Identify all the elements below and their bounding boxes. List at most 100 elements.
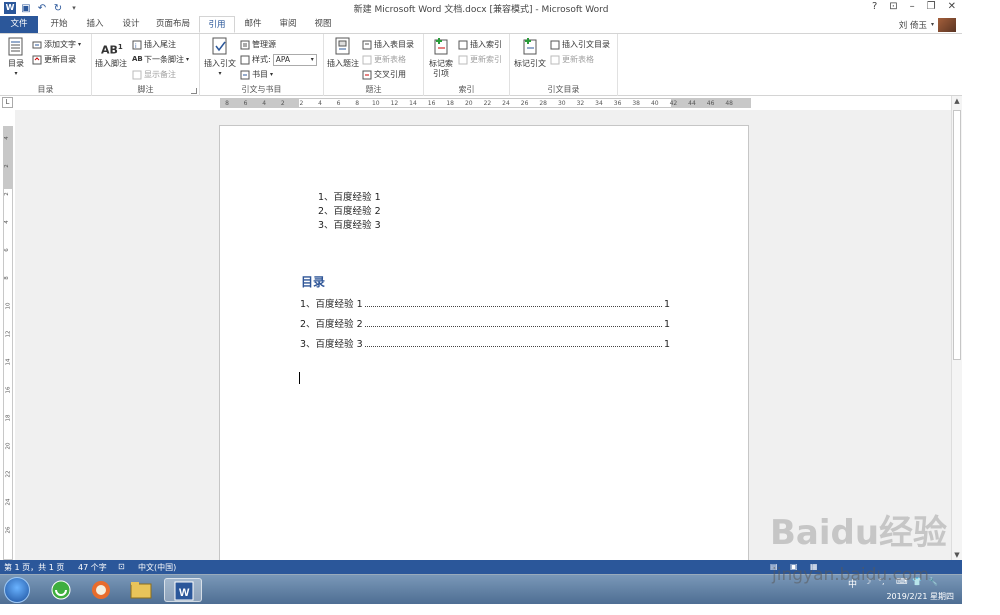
- insert-toa-button[interactable]: 插入引文目录: [550, 38, 610, 51]
- word-count[interactable]: 47 个字: [78, 562, 107, 573]
- ruler-number: 34: [595, 100, 603, 107]
- tab-home[interactable]: 开始: [44, 16, 74, 33]
- read-mode-icon[interactable]: ▤: [770, 562, 778, 571]
- insert-caption-label: 插入题注: [327, 59, 359, 68]
- web-layout-icon[interactable]: ▦: [810, 562, 818, 571]
- vertical-ruler[interactable]: 4 2 2 4 6 8 10 12 14 16 18 20 22 24 26: [3, 126, 13, 560]
- bibliography-button[interactable]: 书目 ▾: [240, 68, 273, 81]
- taskbar-date[interactable]: 2019/2/21 星期四: [886, 591, 954, 602]
- taskbar-word[interactable]: W: [164, 578, 202, 602]
- toc-entry[interactable]: 2、百度经验 2 1: [300, 316, 670, 330]
- taskbar-360-browser[interactable]: [42, 578, 80, 602]
- next-footnote-button[interactable]: AB 下一条脚注 ▾: [132, 53, 189, 66]
- taskbar-firefox[interactable]: [82, 578, 120, 602]
- show-notes-button[interactable]: 显示备注: [132, 68, 176, 81]
- minimize-icon[interactable]: –: [910, 1, 915, 12]
- vruler-number: 12: [5, 330, 12, 338]
- document-area[interactable]: 1、百度经验 1 2、百度经验 2 3、百度经验 3 目录 1、百度经验 1 1…: [15, 110, 951, 565]
- insert-endnote-button[interactable]: i 插入尾注: [132, 38, 176, 51]
- tab-view[interactable]: 视图: [308, 16, 338, 33]
- insert-endnote-label: 插入尾注: [144, 40, 176, 49]
- toc-button[interactable]: 目录 ▾: [4, 36, 28, 79]
- update-toc-button[interactable]: 更新目录: [32, 53, 76, 66]
- mark-citation-icon: [523, 38, 537, 55]
- ruler-number: 12: [390, 100, 399, 107]
- browser-green-icon: [51, 580, 71, 600]
- scroll-down-icon[interactable]: ▼: [952, 550, 962, 560]
- restore-icon[interactable]: ❐: [927, 1, 936, 12]
- toc-entry[interactable]: 3、百度经验 3 1: [300, 336, 670, 350]
- vruler-number: 4: [3, 220, 10, 224]
- insert-table-of-figures-button[interactable]: 插入表目录: [362, 38, 414, 51]
- group-label-captions: 题注: [365, 85, 382, 94]
- ruler-number: 36: [613, 100, 622, 107]
- ruler-number: 32: [576, 100, 585, 107]
- mark-citation-button[interactable]: 标记引文: [512, 36, 548, 69]
- ruler-number: 48: [725, 100, 734, 107]
- toc-entry[interactable]: 1、百度经验 1 1: [300, 296, 670, 310]
- punctuation-icon[interactable]: °,: [878, 577, 885, 586]
- language-indicator[interactable]: 中文(中国): [138, 562, 176, 573]
- citation-style-select[interactable]: APA ▾: [272, 53, 317, 66]
- start-button[interactable]: [4, 577, 30, 603]
- vertical-scrollbar[interactable]: ▲ ▼: [951, 96, 962, 560]
- close-icon[interactable]: ✕: [948, 1, 956, 12]
- scroll-up-icon[interactable]: ▲: [952, 96, 962, 106]
- taskbar-explorer[interactable]: [122, 578, 160, 602]
- moon-icon[interactable]: ☽: [864, 577, 871, 586]
- bibliography-label: 书目: [252, 70, 268, 79]
- group-label-toc: 目录: [37, 85, 54, 94]
- ribbon-display-options-icon[interactable]: ⊡: [889, 1, 897, 12]
- update-index-button[interactable]: 更新索引: [458, 53, 502, 66]
- help-icon[interactable]: ?: [872, 1, 877, 12]
- add-text-icon: [32, 41, 42, 48]
- list-item[interactable]: 2、百度经验 2: [318, 205, 381, 219]
- shirt-icon[interactable]: 👕: [912, 577, 922, 586]
- cross-reference-button[interactable]: 交叉引用: [362, 68, 406, 81]
- vruler-number: 18: [5, 414, 12, 422]
- page-count[interactable]: 第 1 页，共 1 页: [4, 562, 64, 573]
- tab-insert[interactable]: 插入: [80, 16, 110, 33]
- scrollbar-thumb[interactable]: [953, 110, 961, 360]
- ruler-number: 14: [409, 100, 417, 107]
- tab-review[interactable]: 审阅: [273, 16, 303, 33]
- tab-design[interactable]: 设计: [116, 16, 146, 33]
- ruler-number: 10: [371, 100, 380, 107]
- insert-caption-icon: [335, 37, 350, 55]
- list-item[interactable]: 3、百度经验 3: [318, 219, 381, 233]
- vruler-number: 8: [3, 276, 10, 280]
- add-text-button[interactable]: 添加文字 ▾: [32, 38, 81, 51]
- insert-citation-button[interactable]: 插入引文 ▾: [202, 36, 238, 79]
- insert-index-button[interactable]: 插入索引: [458, 38, 502, 51]
- insert-footnote-button[interactable]: AB1 插入脚注: [94, 36, 128, 69]
- print-layout-icon[interactable]: ▣: [790, 562, 798, 571]
- insert-caption-button[interactable]: 插入题注: [326, 36, 360, 69]
- tab-references[interactable]: 引用: [199, 16, 235, 33]
- ime-icon[interactable]: 中: [848, 577, 857, 590]
- list-item[interactable]: 1、百度经验 1: [318, 191, 381, 205]
- document-page[interactable]: 1、百度经验 1 2、百度经验 2 3、百度经验 3 目录 1、百度经验 1 1…: [219, 125, 749, 565]
- tab-selector[interactable]: L: [2, 97, 13, 108]
- vruler-number: 26: [5, 526, 12, 534]
- tab-mailings[interactable]: 邮件: [238, 16, 268, 33]
- update-table-captions-button[interactable]: 更新表格: [362, 53, 406, 66]
- mark-entry-button[interactable]: 标记索引项: [426, 36, 456, 79]
- ruler-number: 4: [262, 100, 267, 107]
- toc-heading[interactable]: 目录: [301, 273, 325, 290]
- keyboard-icon[interactable]: ⌨: [896, 577, 908, 586]
- horizontal-ruler[interactable]: 8 6 4 2 2 4 6 8 10 12 14 16 18 20 22 24 26 28 30 32 34 36 38 40…: [220, 98, 751, 108]
- user-account[interactable]: 刘 倚玉 ▾: [899, 16, 956, 33]
- show-notes-label: 显示备注: [144, 70, 176, 79]
- tab-file[interactable]: 文件: [0, 16, 38, 33]
- footnotes-dialog-launcher-icon[interactable]: [191, 88, 197, 94]
- proofing-icon[interactable]: ⊡: [118, 562, 125, 571]
- add-text-label: 添加文字: [44, 40, 76, 49]
- manage-sources-button[interactable]: 管理源: [240, 38, 276, 51]
- wrench-icon[interactable]: 🔧: [928, 577, 938, 586]
- tab-page-layout[interactable]: 页面布局: [152, 16, 194, 33]
- mark-entry-label: 标记索引项: [429, 59, 453, 78]
- update-toa-button[interactable]: 更新表格: [550, 53, 594, 66]
- group-label-footnotes: 脚注: [137, 85, 154, 94]
- ruler-number: 38: [632, 100, 641, 107]
- text-cursor: [299, 372, 300, 384]
